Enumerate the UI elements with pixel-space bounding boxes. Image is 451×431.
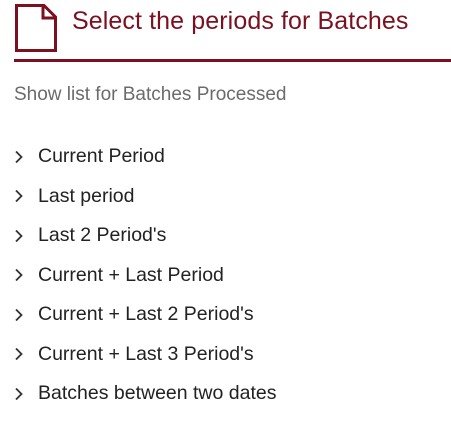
chevron-right-icon: [15, 308, 23, 321]
chevron-right-icon: [15, 348, 23, 361]
chevron-right-icon: [15, 387, 23, 400]
period-option-last-2[interactable]: Last 2 Period's: [14, 216, 277, 256]
period-option-label: Last period: [38, 184, 135, 207]
header-divider: [14, 59, 451, 62]
document-icon: [15, 4, 57, 52]
period-option-label: Current Period: [38, 145, 165, 168]
chevron-right-icon: [15, 269, 23, 282]
chevron-right-icon: [15, 190, 23, 203]
chevron-right-icon: [15, 150, 23, 163]
period-option-current[interactable]: Current Period: [14, 137, 277, 177]
subtitle: Show list for Batches Processed: [14, 84, 287, 105]
period-list: Current Period Last period Last 2 Period…: [14, 137, 277, 414]
period-option-current-plus-last-3[interactable]: Current + Last 3 Period's: [14, 335, 277, 375]
period-option-between-dates[interactable]: Batches between two dates: [14, 374, 277, 414]
period-option-label: Current + Last 3 Period's: [38, 342, 254, 365]
period-option-label: Last 2 Period's: [38, 224, 167, 247]
period-option-label: Batches between two dates: [38, 382, 277, 405]
period-option-label: Current + Last 2 Period's: [38, 303, 254, 326]
chevron-right-icon: [15, 229, 23, 242]
page-title: Select the periods for Batches: [72, 7, 409, 35]
period-option-label: Current + Last Period: [38, 263, 224, 286]
page-header: Select the periods for Batches: [14, 0, 451, 62]
period-option-current-plus-last[interactable]: Current + Last Period: [14, 256, 277, 296]
period-option-current-plus-last-2[interactable]: Current + Last 2 Period's: [14, 295, 277, 335]
period-option-last[interactable]: Last period: [14, 177, 277, 217]
